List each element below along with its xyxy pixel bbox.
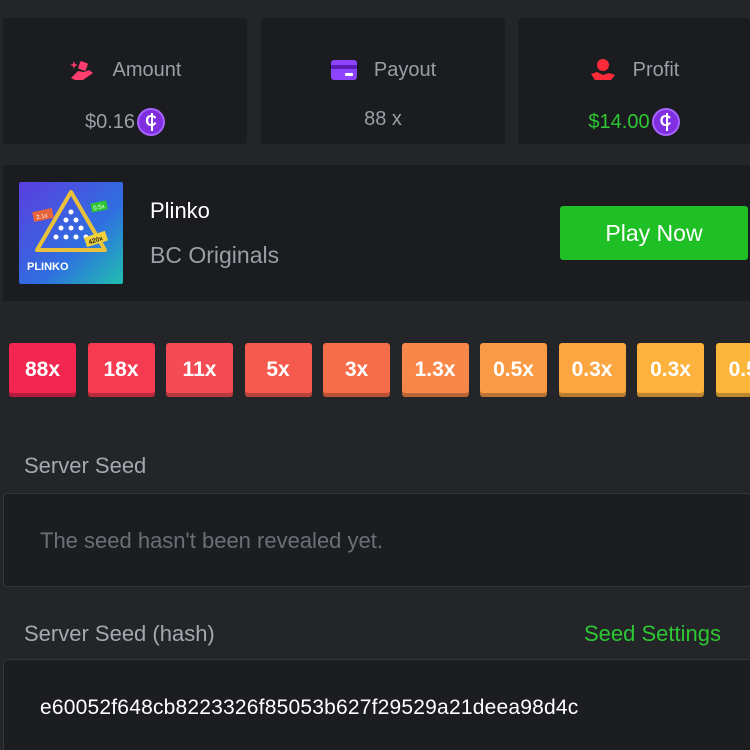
multiplier-chip: 5x — [244, 343, 312, 397]
profit-card: Profit $14.00 C — [518, 18, 750, 144]
amount-card: Amount $0.16 C — [3, 18, 247, 144]
play-now-button[interactable]: Play Now — [560, 206, 748, 260]
profit-value: $14.00 — [588, 110, 650, 133]
seed-settings-link[interactable]: Seed Settings — [584, 621, 721, 647]
multiplier-chip: 18x — [87, 343, 155, 397]
multiplier-chip: 88x — [9, 343, 76, 397]
game-provider: BC Originals — [150, 242, 280, 268]
server-seed-box: The seed hasn't been revealed yet. — [3, 493, 750, 587]
hand-coins-icon — [69, 61, 93, 80]
multiplier-chip: 11x — [166, 343, 233, 397]
multiplier-chip: 0.5x — [480, 343, 547, 397]
server-seed-hash-label: Server Seed (hash) — [24, 621, 215, 646]
profit-label: Profit — [632, 58, 680, 81]
game-panel: 2.1x 0.5x 420x PLINKO Plinko BC Original… — [3, 165, 750, 301]
thumb-label: PLINKO — [27, 261, 69, 273]
bc-coin-icon: C — [651, 108, 680, 136]
multiplier-chip: 3x — [323, 343, 390, 397]
multiplier-row: 88x18x11x5x3x1.3x0.5x0.3x0.3x0.5x — [9, 343, 750, 399]
hand-money-icon — [590, 59, 615, 80]
amount-label: Amount — [112, 58, 182, 81]
payout-value: 88 x — [364, 108, 402, 130]
plinko-thumbnail[interactable]: 2.1x 0.5x 420x PLINKO — [19, 182, 123, 284]
multiplier-chip: 0.5x — [715, 343, 750, 397]
server-seed-hash-value[interactable]: e60052f648cb8223326f85053b627f29529a21de… — [40, 696, 578, 720]
bet-details-page: Amount $0.16 C Payout 88 x Profit $14.00… — [0, 0, 750, 750]
bc-coin-icon: C — [137, 108, 166, 136]
server-seed-placeholder: The seed hasn't been revealed yet. — [40, 528, 383, 553]
multiplier-chip: 1.3x — [401, 343, 469, 397]
payout-card: Payout 88 x — [261, 18, 505, 144]
server-seed-hash-box[interactable]: e60052f648cb8223326f85053b627f29529a21de… — [3, 659, 750, 750]
multiplier-chip: 0.3x — [558, 343, 626, 397]
card-icon — [330, 60, 357, 80]
plinko-thumbnail-art: 2.1x 0.5x 420x PLINKO — [19, 182, 123, 284]
game-title[interactable]: Plinko — [150, 198, 210, 224]
server-seed-label: Server Seed — [24, 453, 147, 478]
payout-label: Payout — [373, 58, 437, 81]
amount-value: $0.16 — [84, 110, 136, 133]
multiplier-chip: 0.3x — [637, 343, 704, 397]
